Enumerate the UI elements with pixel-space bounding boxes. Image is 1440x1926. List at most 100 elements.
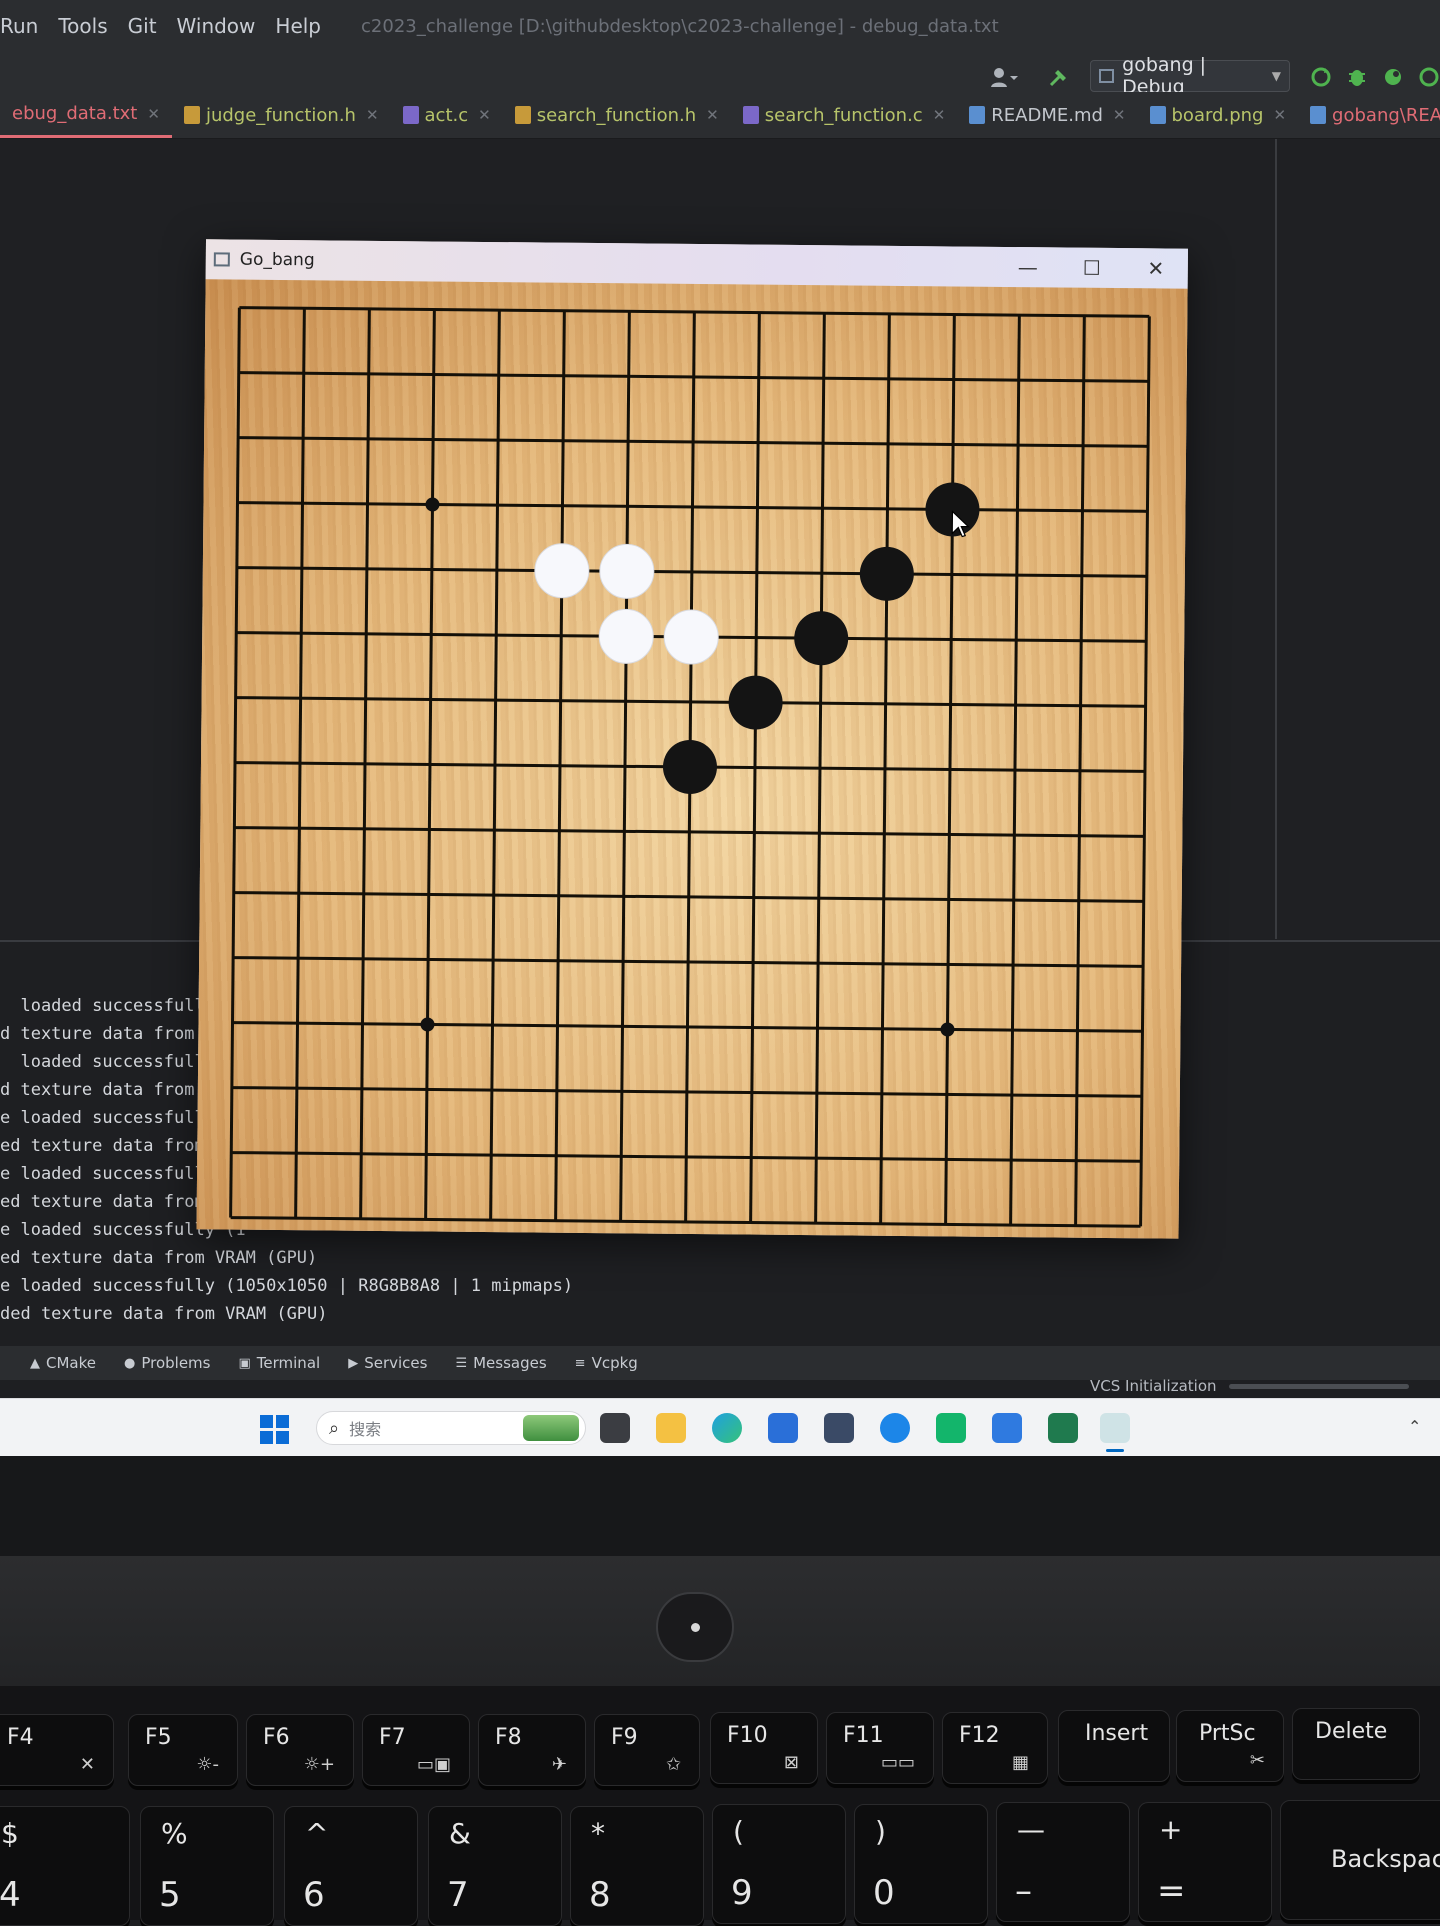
build-hammer-icon[interactable]: [1048, 66, 1070, 88]
menu-tools[interactable]: Tools: [58, 14, 107, 38]
maximize-icon[interactable]: ☐: [1060, 247, 1124, 288]
tab-search-function-c[interactable]: search_function.c ✕: [731, 92, 958, 138]
toolwindow-problems[interactable]: ● Problems: [124, 1354, 210, 1372]
chevron-up-icon[interactable]: ⌃: [1408, 1417, 1421, 1436]
minimize-icon[interactable]: —: [996, 247, 1060, 288]
toolwindow-label: CMake: [46, 1354, 96, 1372]
profiler-icon[interactable]: [1418, 66, 1440, 88]
tab-label: ebug_data.txt: [12, 103, 138, 124]
close-icon[interactable]: ✕: [1113, 106, 1126, 124]
file-explorer-icon[interactable]: [656, 1413, 686, 1443]
toolwindow-terminal[interactable]: ▣ Terminal: [238, 1354, 320, 1372]
key-9: (9: [712, 1804, 846, 1924]
key-f8: F8 ✈: [478, 1714, 586, 1786]
key-0: ) 0: [854, 1804, 988, 1924]
windows-taskbar: ⌕ 搜索 ⌃: [0, 1398, 1440, 1457]
search-placeholder: 搜索: [349, 1420, 382, 1439]
user-profile-icon[interactable]: [990, 66, 1018, 88]
menu-git[interactable]: Git: [128, 14, 157, 38]
toolwindow-label: Problems: [141, 1354, 211, 1372]
window-title: c2023_challenge [D:\githubdesktop\c2023-…: [361, 15, 999, 37]
coverage-icon[interactable]: [1382, 66, 1404, 88]
key-f9: F9 ✩: [594, 1714, 700, 1786]
app-window-icon: [213, 252, 230, 267]
messages-icon: ☰: [455, 1355, 468, 1371]
tab-label: README.md: [991, 104, 1103, 126]
key-5: % 5: [140, 1806, 274, 1926]
tab-act-c[interactable]: act.c ✕: [391, 92, 503, 138]
windows-start-icon[interactable]: [260, 1415, 290, 1445]
white-stone: [663, 609, 719, 665]
virtualbox-icon[interactable]: [824, 1413, 854, 1443]
list-icon: ≡: [574, 1355, 586, 1371]
toolwindow-cmake[interactable]: ▲ CMake: [30, 1354, 96, 1372]
store-icon[interactable]: [768, 1413, 798, 1443]
info-icon: ●: [124, 1355, 136, 1371]
console-line: ded texture data from VRAM (GPU): [0, 1304, 328, 1324]
toolwindow-messages[interactable]: ☰ Messages: [455, 1354, 546, 1372]
toolwindow-services[interactable]: ▶ Services: [348, 1354, 427, 1372]
editor-right-margin: [1275, 139, 1277, 939]
gobang-window: Go_bang — ☐ ✕: [196, 239, 1188, 1239]
c-file-icon: [402, 106, 419, 124]
edge-browser-icon[interactable]: [712, 1413, 742, 1443]
taskbar-search-box[interactable]: ⌕ 搜索: [316, 1411, 586, 1445]
clion-icon[interactable]: [1048, 1413, 1078, 1443]
power-button: [656, 1592, 734, 1662]
terminal-icon: ▣: [238, 1355, 251, 1371]
gobang-app-icon[interactable]: [1100, 1413, 1130, 1452]
tab-search-function-h[interactable]: search_function.h ✕: [503, 92, 731, 138]
wechat-work-icon[interactable]: [936, 1413, 966, 1443]
key-f5: F5 ☼-: [128, 1714, 238, 1786]
key-f7: F7 ▭▣: [362, 1714, 470, 1786]
key-insert: Insert: [1058, 1710, 1170, 1782]
key-f6: F6 ☼+: [246, 1714, 354, 1786]
key-delete: Delete: [1292, 1708, 1420, 1780]
star-point: [940, 1022, 955, 1037]
close-icon[interactable]: ✕: [1124, 248, 1188, 289]
menu-help[interactable]: Help: [275, 14, 321, 38]
key-prtsc: PrtSc ✂: [1176, 1710, 1284, 1782]
search-highlight-icon: [523, 1415, 579, 1441]
tab-judge-function-h[interactable]: judge_function.h ✕: [172, 92, 391, 138]
editor-tab-bar: ebug_data.txt ✕ judge_function.h ✕ act.c ✕ …: [0, 92, 1440, 139]
close-icon[interactable]: ✕: [366, 106, 379, 124]
close-icon[interactable]: ✕: [933, 106, 946, 124]
white-stone: [534, 543, 590, 599]
config-icon: [1099, 69, 1115, 83]
tab-readme-md[interactable]: README.md ✕: [957, 92, 1137, 138]
tab-gobang-readme-md[interactable]: gobang\README.md: [1298, 92, 1440, 138]
toolwindow-label: Terminal: [256, 1354, 321, 1372]
header-file-icon: [514, 106, 531, 124]
debug-bug-icon[interactable]: [1346, 66, 1368, 88]
tab-label: act.c: [424, 104, 469, 126]
black-stone: [794, 611, 849, 666]
menu-window[interactable]: Window: [177, 14, 256, 38]
play-circle-icon: ▶: [348, 1355, 359, 1371]
key-equals: + =: [1138, 1802, 1272, 1922]
key-minus: — –: [996, 1802, 1130, 1922]
menu-run[interactable]: Run: [0, 14, 38, 38]
gobang-board[interactable]: [196, 279, 1188, 1239]
gobang-title: Go_bang: [239, 249, 315, 271]
feishu-icon[interactable]: [992, 1413, 1022, 1443]
key-8: * 8: [570, 1806, 704, 1926]
vcs-status: VCS Initialization: [1090, 1377, 1217, 1395]
close-icon[interactable]: ✕: [1273, 106, 1286, 124]
star-point: [425, 497, 440, 512]
run-configuration-select[interactable]: gobang | Debug ▼: [1090, 54, 1290, 98]
tab-board-png[interactable]: board.png ✕: [1138, 92, 1299, 138]
close-icon[interactable]: ✕: [706, 106, 719, 124]
toolwindow-vcpkg[interactable]: ≡ Vcpkg: [575, 1354, 638, 1372]
chevron-down-icon: ▼: [1271, 69, 1281, 83]
task-view-icon[interactable]: [600, 1413, 630, 1443]
white-stone: [598, 608, 654, 664]
board-canvas[interactable]: [197, 279, 1188, 1238]
rebuild-icon[interactable]: [1310, 66, 1332, 88]
close-icon[interactable]: ✕: [478, 106, 491, 124]
ie-browser-icon[interactable]: [880, 1413, 910, 1443]
tab-debug-data[interactable]: ebug_data.txt ✕: [0, 92, 172, 138]
toolwindow-label: Services: [364, 1354, 428, 1372]
console-line: ed texture data from VRAM (GPU): [0, 1248, 318, 1268]
close-icon[interactable]: ✕: [147, 105, 160, 123]
